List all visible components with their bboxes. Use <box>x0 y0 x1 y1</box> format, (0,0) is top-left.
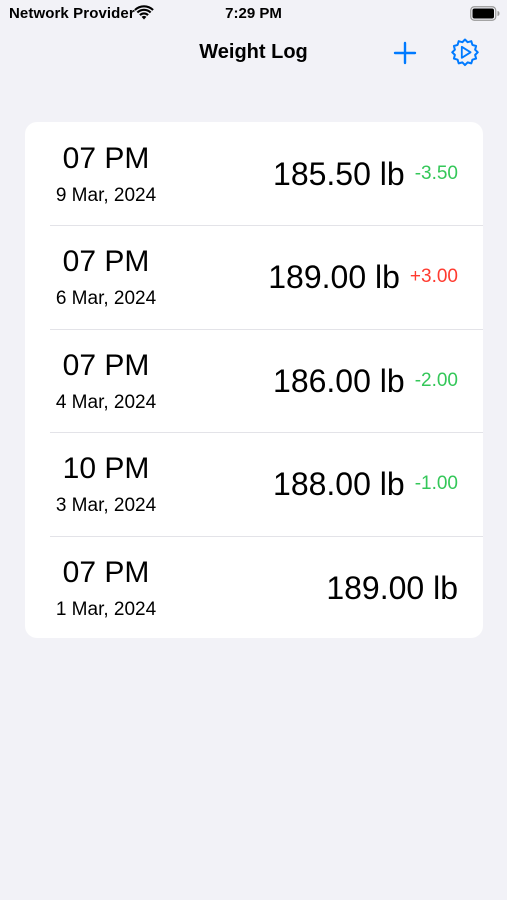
weight-entry-row[interactable]: 07 PM 9 Mar, 2024 185.50 lb -3.50 <box>25 122 483 225</box>
entry-weight: 188.00 lb <box>273 466 405 503</box>
entry-change: -1.00 <box>414 473 458 495</box>
page-title: Weight Log <box>199 41 308 63</box>
navigation-bar: Weight Log <box>0 30 507 74</box>
status-bar: Network Provider 7:29 PM <box>0 0 507 28</box>
entry-time: 07 PM <box>62 142 150 175</box>
entry-values: 189.00 lb <box>326 566 458 610</box>
weight-log-list: 07 PM 9 Mar, 2024 185.50 lb -3.50 07 PM … <box>25 122 483 638</box>
entry-time: 10 PM <box>62 452 150 486</box>
entry-date: 3 Mar, 2024 <box>55 495 157 517</box>
entry-values: 188.00 lb -1.00 <box>273 462 458 506</box>
entry-weight: 186.00 lb <box>273 362 405 399</box>
entry-date: 4 Mar, 2024 <box>55 391 157 413</box>
battery-icon <box>470 6 500 21</box>
entry-date: 1 Mar, 2024 <box>55 598 157 620</box>
entry-values: 185.50 lb -3.50 <box>273 152 458 196</box>
entry-change: -3.50 <box>414 163 458 184</box>
entry-time: 07 PM <box>62 555 150 589</box>
weight-entry-row[interactable]: 07 PM 1 Mar, 2024 189.00 lb <box>25 535 483 638</box>
settings-button[interactable] <box>448 36 482 70</box>
entry-values: 189.00 lb +3.00 <box>268 255 458 299</box>
weight-entry-row[interactable]: 10 PM 3 Mar, 2024 188.00 lb -1.00 <box>25 432 483 535</box>
entry-weight: 189.00 lb <box>268 259 400 296</box>
entry-change: -2.00 <box>414 369 458 391</box>
plus-icon <box>393 41 417 65</box>
weight-entry-row[interactable]: 07 PM 6 Mar, 2024 189.00 lb +3.00 <box>25 225 483 328</box>
entry-time: 07 PM <box>62 348 150 382</box>
entry-values: 186.00 lb -2.00 <box>273 359 458 403</box>
status-time: 7:29 PM <box>225 5 282 22</box>
entry-weight: 185.50 lb <box>273 156 405 192</box>
add-entry-button[interactable] <box>388 36 422 70</box>
entry-time: 07 PM <box>62 245 150 279</box>
entry-date: 6 Mar, 2024 <box>55 288 157 310</box>
entry-change: +3.00 <box>409 266 458 288</box>
settings-gear-icon <box>451 38 479 67</box>
weight-entry-row[interactable]: 07 PM 4 Mar, 2024 186.00 lb -2.00 <box>25 328 483 432</box>
entry-weight: 189.00 lb <box>326 569 458 606</box>
entry-date: 9 Mar, 2024 <box>55 185 157 206</box>
